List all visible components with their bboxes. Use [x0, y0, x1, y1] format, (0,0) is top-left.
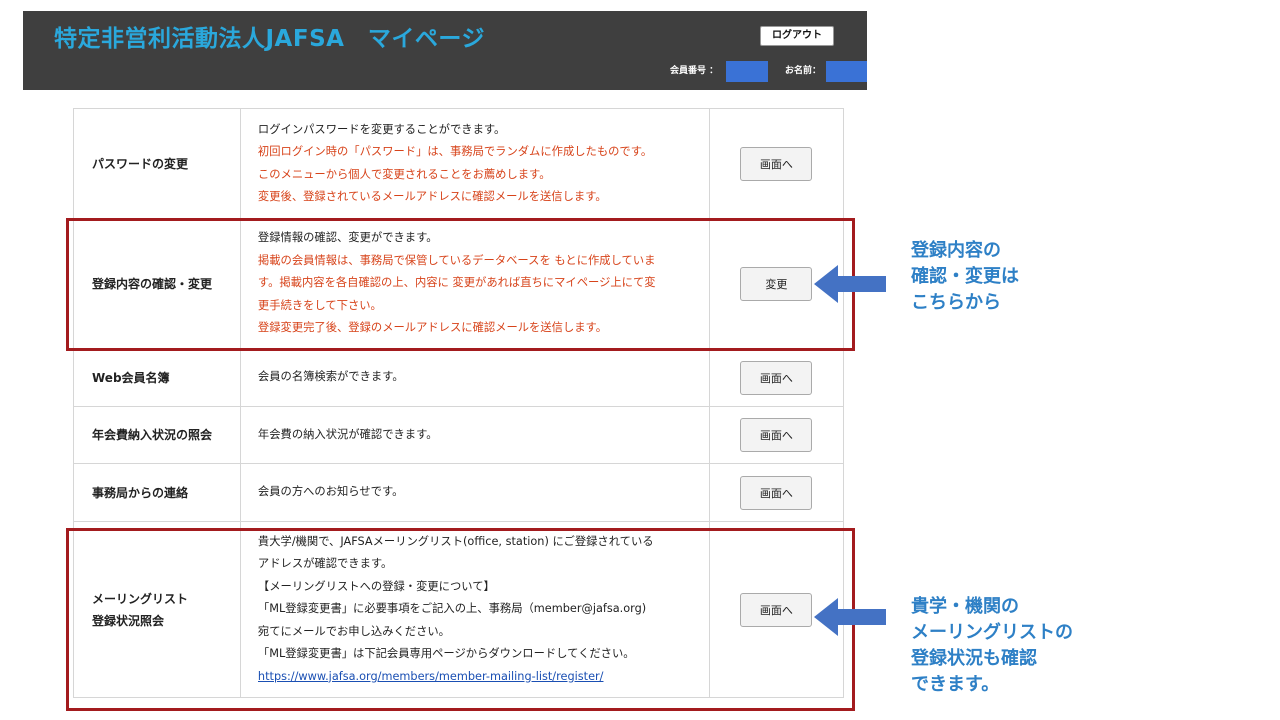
menu-row-action: 画面へ: [708, 463, 845, 522]
description-text: 会員の方へのお知らせです。: [257, 485, 404, 499]
menu-row-title: Web会員名簿: [73, 348, 241, 407]
menu-row-title-line: Web会員名簿: [92, 370, 170, 385]
menu-row-action: 画面へ: [708, 108, 845, 219]
annotation-line: 貴学・機関の: [911, 596, 1019, 617]
annotation-line: 確認・変更は: [911, 266, 1019, 287]
menu-row: 事務局からの連絡 会員の方へのお知らせです。 画面へ: [73, 463, 845, 522]
menu-row-title: 年会費納入状況の照会: [73, 406, 241, 464]
menu-row: 年会費納入状況の照会 年会費の納入状況が確認できます。 画面へ: [73, 406, 845, 464]
go-to-screen-button[interactable]: 画面へ: [740, 146, 813, 181]
header-bar: 特定非営利活動法人JAFSA マイページ ログアウト 会員番号 ： お名前：: [23, 11, 867, 90]
menu-row-action: 画面へ: [708, 348, 845, 407]
member-name-label: お名前：: [785, 66, 822, 76]
highlight-box-mailing-list: [66, 528, 855, 711]
description-text: 初回ログイン時の「パスワード」は、事務局でランダムに作成したものです。: [257, 145, 653, 158]
logout-button[interactable]: ログアウト: [760, 26, 834, 46]
annotation-line: できます。: [911, 674, 1000, 695]
description-line: 変更後、登録されているメールアドレスに確認メールを送信します。: [258, 186, 703, 209]
description-line: 初回ログイン時の「パスワード」は、事務局でランダムに作成したものです。: [258, 141, 703, 164]
menu-row: パスワードの変更 ログインパスワードを変更することができます。初回ログイン時の「パ…: [73, 108, 845, 219]
menu-row-description: 会員の名簿検索ができます。: [239, 348, 710, 407]
menu-row-description: 会員の方へのお知らせです。: [239, 463, 710, 522]
menu-row-title: パスワードの変更: [73, 108, 241, 219]
member-name-value: [826, 61, 867, 82]
go-to-screen-button[interactable]: 画面へ: [740, 360, 813, 395]
annotation-line: 登録内容の: [911, 240, 1001, 261]
annotation-line: メーリングリストの: [911, 622, 1073, 643]
description-text: 会員の名簿検索ができます。: [257, 370, 404, 384]
description-line: 年会費の納入状況が確認できます。: [258, 424, 703, 447]
description-text: 年会費の納入状況が確認できます。: [257, 427, 438, 441]
menu-row-action: 画面へ: [708, 406, 845, 464]
description-line: このメニューから個人で変更されることをお薦めします。: [258, 164, 703, 187]
highlight-box-profile: [66, 218, 855, 351]
site-title: 特定非営利活動法人JAFSA マイページ: [54, 26, 485, 52]
menu-row-title: 事務局からの連絡: [73, 463, 241, 522]
annotation-line: こちらから: [911, 292, 1001, 313]
menu-row-description: ログインパスワードを変更することができます。初回ログイン時の「パスワード」は、事…: [239, 108, 710, 219]
description-text: 変更後、登録されているメールアドレスに確認メールを送信します。: [257, 190, 607, 203]
member-number-value: [726, 61, 768, 82]
annotation-line: 登録状況も確認: [911, 648, 1037, 669]
member-number-label: 会員番号 ：: [670, 66, 719, 76]
go-to-screen-button[interactable]: 画面へ: [740, 418, 813, 452]
description-line: 会員の名簿検索ができます。: [258, 366, 703, 389]
menu-row-title-line: 年会費納入状況の照会: [92, 428, 213, 442]
menu-row-description: 年会費の納入状況が確認できます。: [239, 406, 710, 464]
description-line: ログインパスワードを変更することができます。: [258, 119, 703, 142]
annotation-profile: 登録内容の 確認・変更は こちらから: [911, 238, 1019, 316]
menu-row-title-line: パスワードの変更: [92, 156, 189, 171]
arrow-left-icon: [814, 265, 886, 303]
description-text: ログインパスワードを変更することができます。: [257, 122, 506, 136]
arrow-left-icon: [814, 598, 886, 636]
description-text: このメニューから個人で変更されることをお薦めします。: [257, 167, 551, 181]
menu-row-title-line: 事務局からの連絡: [92, 485, 189, 500]
description-line: 会員の方へのお知らせです。: [258, 481, 703, 504]
annotation-mailing-list: 貴学・機関の メーリングリストの 登録状況も確認 できます。: [911, 594, 1073, 698]
menu-row: Web会員名簿 会員の名簿検索ができます。 画面へ: [73, 348, 845, 407]
go-to-screen-button[interactable]: 画面へ: [740, 475, 813, 510]
